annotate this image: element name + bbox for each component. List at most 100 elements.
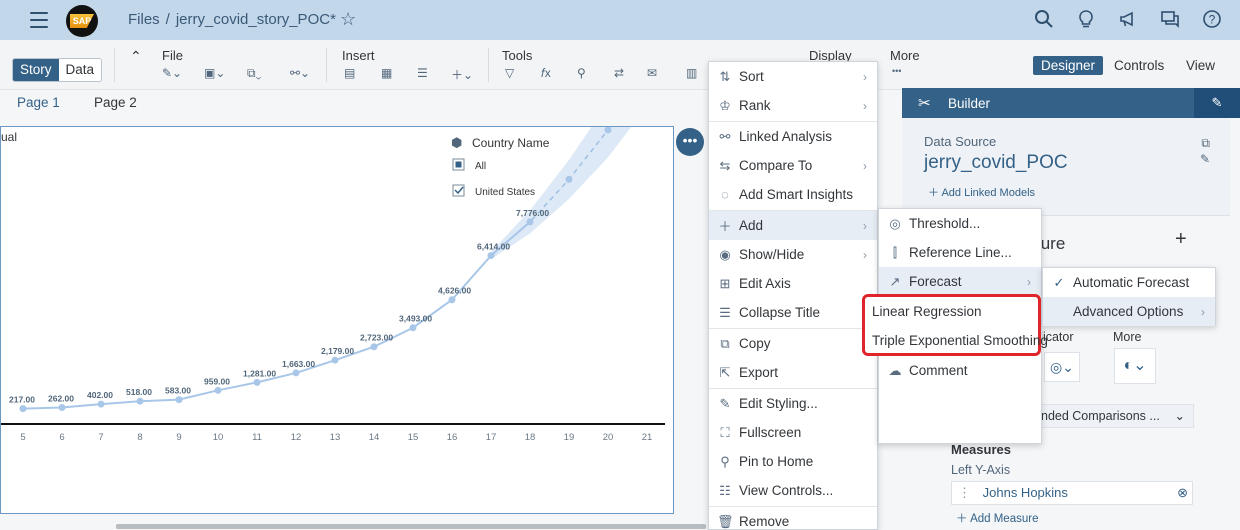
menu-item-label: Show/Hide bbox=[739, 247, 805, 262]
filter-icon[interactable]: ▽ bbox=[505, 66, 514, 80]
data-label: 402.00 bbox=[87, 390, 113, 400]
data-source-name[interactable]: jerry_covid_POC bbox=[924, 152, 1068, 174]
add-linked-models-link[interactable]: ＋ Add Linked Models bbox=[928, 184, 1035, 200]
extended-comparisons-dropdown[interactable]: nded Comparisons ... ⌄ bbox=[1036, 404, 1194, 428]
discussion-icon[interactable] bbox=[1160, 9, 1180, 29]
insert-table-icon[interactable]: ▦ bbox=[381, 66, 392, 80]
story-mode-button[interactable]: Story bbox=[13, 59, 59, 81]
menu-item-add-smart-insights[interactable]: ◌ Add Smart Insights bbox=[709, 180, 877, 209]
data-point bbox=[448, 296, 456, 304]
styling-brush-icon[interactable]: ✎ bbox=[1194, 88, 1240, 118]
menu-item-copy[interactable]: ⧉Copy› bbox=[709, 329, 877, 358]
add-measure-link[interactable]: ＋ Add Measure bbox=[956, 510, 1038, 526]
menu-item-fullscreen[interactable]: ⛶ Fullscreen bbox=[709, 418, 877, 447]
legend-all-fill bbox=[455, 161, 462, 168]
menu-item-rank[interactable]: ♔ Rank › bbox=[709, 91, 877, 120]
forecast-icon: ↗ bbox=[889, 273, 901, 289]
sap-logo[interactable]: SAP bbox=[66, 5, 98, 37]
menu-item-sort[interactable]: ⇅ Sort › bbox=[709, 62, 877, 91]
edit-source-icon[interactable]: ✎ bbox=[1200, 152, 1210, 166]
data-label: 3,493.00 bbox=[399, 314, 432, 324]
copy-source-icon[interactable]: ⧉ bbox=[1201, 136, 1210, 151]
linear-regression-item[interactable]: Linear Regression bbox=[872, 304, 982, 319]
measure-token[interactable]: ⋮ Johns Hopkins ⊗ bbox=[951, 481, 1193, 505]
share-icon[interactable]: ⚯⌄ bbox=[290, 66, 310, 80]
tab-page-2[interactable]: Page 2 bbox=[94, 95, 137, 110]
menu-icon[interactable] bbox=[30, 12, 48, 28]
data-point bbox=[97, 400, 105, 408]
threshold-icon: ◎ bbox=[889, 215, 901, 231]
x-tick-label: 12 bbox=[291, 432, 302, 443]
tab-designer[interactable]: Designer bbox=[1033, 56, 1104, 75]
x-tick-label: 6 bbox=[59, 432, 64, 443]
more-dots-icon[interactable]: ••• bbox=[892, 66, 901, 76]
menu-item-linked-analysis[interactable]: ⚯ Linked Analysis bbox=[709, 122, 877, 151]
chart-widget[interactable]: ual ⬢ Country Name All United States 217.00 26… bbox=[0, 126, 674, 514]
indicator-target-icon[interactable]: ◎⌄ bbox=[1044, 352, 1080, 382]
x-tick-label: 15 bbox=[408, 432, 419, 443]
menu-item-show-hide[interactable]: ◉ Show/Hide › bbox=[709, 240, 877, 269]
hierarchy-icon[interactable]: ⚲ bbox=[577, 66, 586, 80]
drag-handle-icon[interactable]: ⋮ bbox=[958, 485, 971, 500]
menu-item-collapse-title[interactable]: ☰ Collapse Title bbox=[709, 298, 877, 327]
help-icon[interactable]: ? bbox=[1202, 9, 1222, 29]
menu-item-label: Add bbox=[739, 218, 764, 233]
horizontal-scrollbar[interactable] bbox=[116, 524, 706, 529]
chat-icon[interactable]: ✉ bbox=[647, 66, 657, 80]
triple-exponential-smoothing-item[interactable]: Triple Exponential Smoothing bbox=[872, 333, 1048, 348]
tab-page-1[interactable]: Page 1 bbox=[17, 95, 60, 110]
menu-item-edit-axis[interactable]: ⊞ Edit Axis bbox=[709, 269, 877, 298]
menu-item-label: Add Smart Insights bbox=[739, 187, 854, 202]
mode-toggle: Story Data bbox=[12, 58, 103, 82]
x-tick-label: 18 bbox=[525, 432, 536, 443]
menu-item-compare-to[interactable]: ⇆ Compare To › bbox=[709, 151, 877, 180]
menu-item-pin-to-home[interactable]: ⚲ Pin to Home bbox=[709, 447, 877, 476]
edit-tools-icon[interactable]: ✎⌄ bbox=[162, 66, 182, 80]
widget-more-actions-button[interactable]: ••• bbox=[676, 128, 704, 156]
tab-view[interactable]: View bbox=[1186, 58, 1215, 73]
data-source-section: Data Source jerry_covid_POC ＋ Add Linked… bbox=[902, 118, 1230, 216]
data-mode-button[interactable]: Data bbox=[58, 59, 102, 81]
lightbulb-icon[interactable] bbox=[1076, 9, 1096, 29]
search-icon[interactable] bbox=[1034, 9, 1054, 29]
forecast-submenu: ✓ Automatic Forecast Advanced Options › bbox=[1042, 267, 1216, 326]
add-structure-icon[interactable]: + bbox=[1175, 228, 1187, 251]
insert-filter-icon[interactable]: ☰ bbox=[417, 66, 428, 80]
remove-measure-icon[interactable]: ⊗ bbox=[1177, 482, 1188, 504]
automatic-forecast-item[interactable]: ✓ Automatic Forecast bbox=[1043, 268, 1215, 297]
data-point bbox=[253, 378, 261, 386]
data-point bbox=[292, 369, 300, 377]
add-item-comment[interactable]: ☁ Comment bbox=[879, 356, 1041, 385]
axis-icon: ⊞ bbox=[719, 275, 731, 291]
menu-item-edit-styling[interactable]: ✎ Edit Styling... bbox=[709, 389, 877, 418]
add-item-reference-line[interactable]: ⫿ Reference Line... bbox=[879, 238, 1041, 267]
favorite-star-icon[interactable]: ☆ bbox=[340, 9, 356, 30]
data-label: 262.00 bbox=[48, 394, 74, 404]
x-tick-label: 14 bbox=[369, 432, 380, 443]
add-item-forecast[interactable]: ↗ Forecast › bbox=[879, 267, 1041, 296]
breadcrumb-files[interactable]: Files bbox=[128, 11, 160, 28]
collapse-toolbar-icon[interactable]: ⌃ bbox=[130, 48, 142, 65]
menu-item-export[interactable]: ⇱ Export bbox=[709, 358, 877, 387]
swap-icon[interactable]: ⇄ bbox=[614, 66, 624, 80]
copy-page-icon[interactable]: ⧉⌄ bbox=[247, 66, 261, 81]
advanced-options-item[interactable]: Advanced Options › bbox=[1043, 297, 1215, 326]
legend-cube-icon: ⬢ bbox=[451, 135, 462, 150]
insert-more-icon[interactable]: ＋⌄ bbox=[451, 66, 473, 83]
donut-chart-icon[interactable]: ◐⌄ bbox=[1114, 348, 1156, 384]
megaphone-icon[interactable] bbox=[1118, 9, 1138, 29]
formula-icon[interactable]: 𝑓x bbox=[541, 66, 551, 81]
add-item-threshold[interactable]: ◎ Threshold... bbox=[879, 209, 1041, 238]
forecast-point bbox=[565, 175, 573, 183]
insert-chart-icon[interactable]: ▤ bbox=[344, 66, 355, 80]
menu-item-add[interactable]: ＋ Add › bbox=[709, 211, 877, 240]
reference-line-icon: ⫿ bbox=[892, 244, 898, 260]
menu-item-view-controls[interactable]: ☷ View Controls... bbox=[709, 476, 877, 505]
save-icon[interactable]: ▣⌄ bbox=[204, 66, 225, 80]
data-point bbox=[58, 404, 66, 412]
grid-icon[interactable]: ▥ bbox=[686, 66, 697, 80]
menu-item-remove[interactable]: 🗑 Remove bbox=[709, 507, 877, 530]
tab-controls[interactable]: Controls bbox=[1114, 58, 1164, 73]
trophy-icon: ♔ bbox=[719, 97, 731, 113]
advanced-options-label: Advanced Options bbox=[1073, 304, 1184, 319]
